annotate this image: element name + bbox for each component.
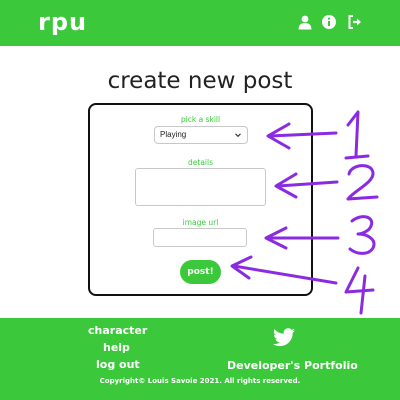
developer-portfolio-link[interactable]: Developer's Portfolio xyxy=(227,359,358,373)
chevron-down-icon xyxy=(235,133,241,138)
page-title: create new post xyxy=(107,68,293,94)
post-button[interactable]: post! xyxy=(180,260,221,284)
copyright-text: Copyright© Louis Savoie 2021. All rights… xyxy=(99,377,301,385)
annotation-number-2 xyxy=(346,164,379,201)
sign-out-icon[interactable] xyxy=(347,14,363,30)
create-post-form: pick a skill Playing details image url p… xyxy=(88,103,313,296)
skill-select-value: Playing xyxy=(160,130,187,139)
info-icon[interactable] xyxy=(321,14,337,30)
skill-select[interactable]: Playing xyxy=(154,126,248,144)
footer-link-log-out[interactable]: log out xyxy=(96,358,140,372)
app-logo[interactable]: rpu xyxy=(38,7,87,37)
top-navbar: rpu xyxy=(0,0,400,46)
footer-link-character[interactable]: character xyxy=(88,324,147,338)
footer-link-help[interactable]: help xyxy=(103,341,130,355)
user-icon[interactable] xyxy=(297,14,313,30)
annotation-number-4 xyxy=(344,266,375,315)
twitter-icon[interactable] xyxy=(272,328,296,348)
details-label: details xyxy=(188,158,213,167)
image-url-input[interactable] xyxy=(153,228,247,247)
image-url-label: image url xyxy=(182,218,219,227)
annotation-number-3 xyxy=(348,215,376,255)
skill-label: pick a skill xyxy=(180,115,221,124)
annotation-number-1 xyxy=(344,110,370,160)
details-textarea[interactable] xyxy=(135,168,266,206)
